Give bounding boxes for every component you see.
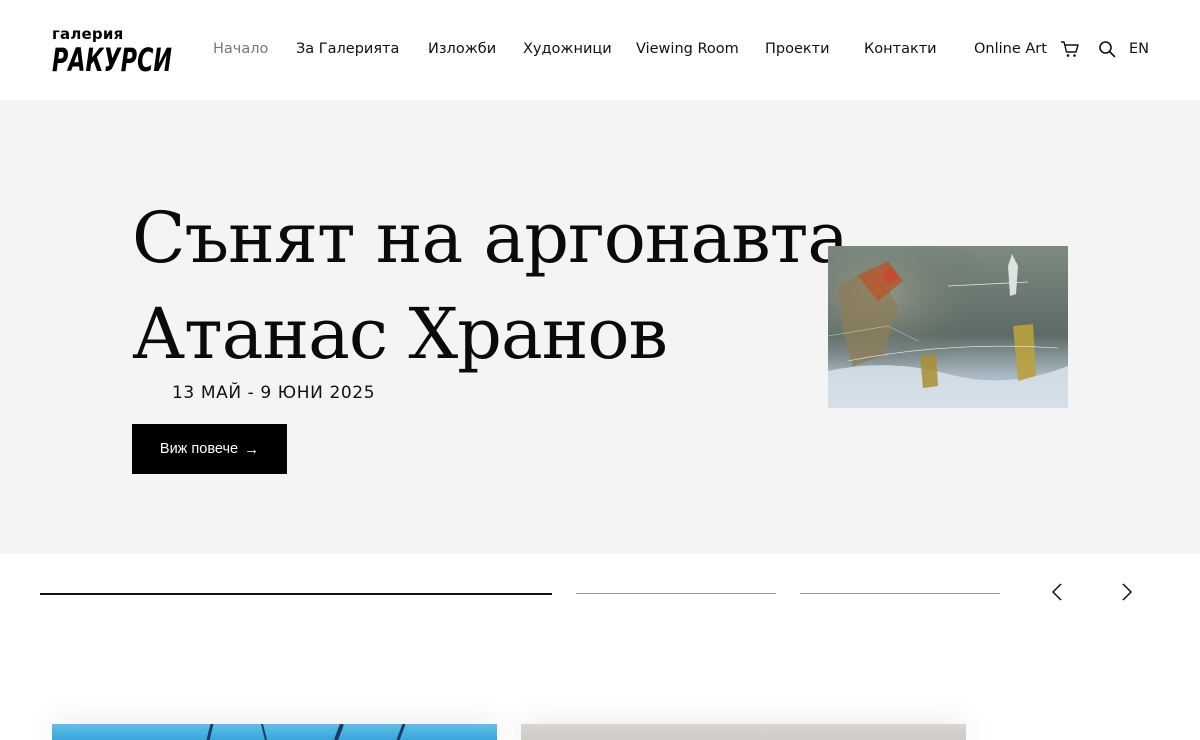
hero-title-line-1: Сънят на аргонавта <box>132 197 849 279</box>
chevron-left-icon[interactable] <box>1047 581 1069 603</box>
hero-title: Сънят на аргонавта Атанас Хранов <box>132 190 849 382</box>
card-1-artwork <box>206 724 406 740</box>
slider-indicator-2[interactable] <box>576 593 776 594</box>
slider-indicator-1[interactable] <box>40 593 552 595</box>
exhibition-card-image-1[interactable] <box>52 724 497 740</box>
language-switch[interactable]: EN <box>1129 38 1149 60</box>
exhibition-dates: 13 МАЙ - 9 ЮНИ 2025 <box>172 383 376 403</box>
nav-item-viewing-room[interactable]: Viewing Room <box>636 38 739 60</box>
nav-item-home[interactable]: Начало <box>213 38 268 60</box>
nav-item-about[interactable]: За Галерията <box>296 38 399 60</box>
nav-item-contacts[interactable]: Контакти <box>864 38 937 60</box>
exhibition-artwork-image[interactable] <box>828 246 1068 408</box>
nav-item-artists[interactable]: Художници <box>523 38 612 60</box>
chevron-right-icon[interactable] <box>1115 581 1137 603</box>
nav-item-online-art[interactable]: Online Art <box>974 38 1047 60</box>
hero-title-line-2: Атанас Хранов <box>132 293 668 375</box>
hero-banner: Сънят на аргонавта Атанас Хранов 13 МАЙ … <box>0 100 1200 554</box>
see-more-label: Виж повече <box>159 441 239 457</box>
logo-main-text: РАКУРСИ <box>52 41 172 79</box>
cart-icon[interactable] <box>1060 39 1080 59</box>
exhibition-card-image-2[interactable] <box>521 724 966 740</box>
site-header: галерия РАКУРСИ Начало За Галерията Изло… <box>0 0 1200 100</box>
gallery-logo[interactable]: галерия РАКУРСИ <box>52 26 176 80</box>
see-more-button[interactable]: Виж повече → <box>132 424 287 474</box>
slider-indicator-3[interactable] <box>800 593 1000 594</box>
arrow-right-icon: → <box>244 440 260 458</box>
search-icon[interactable] <box>1098 40 1116 58</box>
nav-item-projects[interactable]: Проекти <box>765 38 830 60</box>
nav-item-exhibitions[interactable]: Изложби <box>428 38 496 60</box>
logo-wordmark: РАКУРСИ <box>52 41 172 79</box>
